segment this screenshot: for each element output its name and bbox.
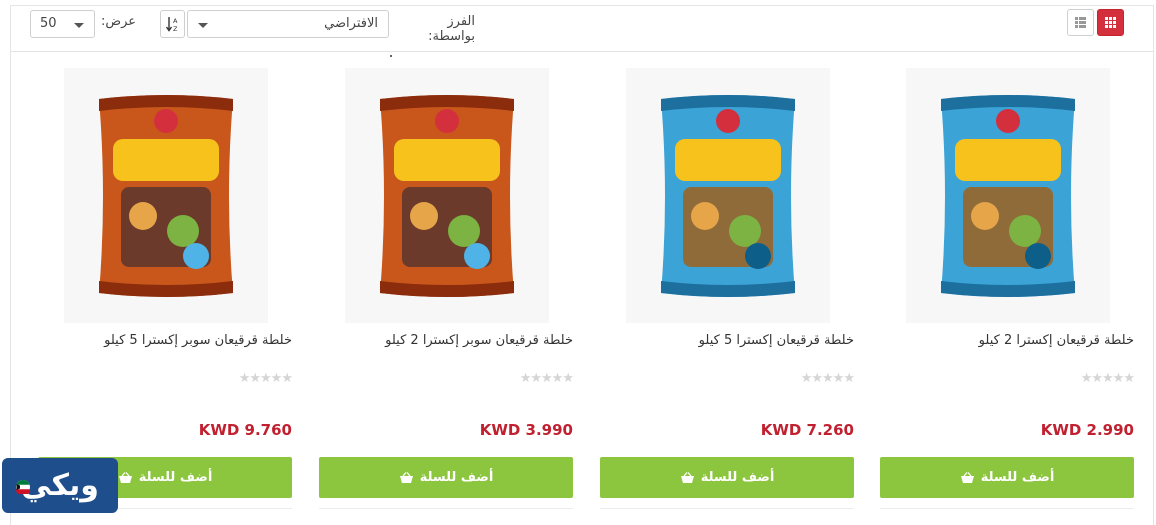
- stray-dot: [390, 55, 392, 57]
- site-logo: ويكي: [2, 458, 118, 513]
- product-card: خلطة قرقيعان إكسترا 5 كيلو ★★★★★ KWD 7.2…: [600, 68, 855, 518]
- product-image[interactable]: [626, 68, 830, 323]
- svg-text:A: A: [173, 17, 178, 25]
- add-to-cart-label: أضف للسلة: [980, 470, 1055, 485]
- product-price: KWD 3.990: [479, 421, 573, 439]
- limit-label: عرض:: [100, 14, 136, 29]
- product-price: KWD 7.260: [760, 421, 854, 439]
- product-image[interactable]: [345, 68, 549, 323]
- rating-stars: ★★★★★: [519, 371, 574, 386]
- snack-bag-icon: [661, 94, 795, 297]
- sort-select[interactable]: الافتراضي: [187, 10, 389, 38]
- rating-stars: ★★★★★: [800, 371, 855, 386]
- snack-bag-icon: [380, 94, 514, 297]
- limit-select-value: 50: [40, 16, 57, 31]
- product-price: KWD 9.760: [198, 421, 292, 439]
- list-view-button[interactable]: [1067, 9, 1094, 36]
- product-card: خلطة قرقيعان سوبر إكسترا 2 كيلو ★★★★★ KW…: [319, 68, 574, 518]
- limit-select[interactable]: 50: [30, 10, 95, 38]
- kuwait-flag-icon: [16, 480, 30, 494]
- sort-label: الفرز بواسطة:: [428, 14, 475, 44]
- snack-bag-icon: [99, 94, 233, 297]
- product-card: خلطة قرقيعان إكسترا 2 كيلو ★★★★★ KWD 2.9…: [880, 68, 1135, 518]
- sort-direction-button[interactable]: A Z: [160, 10, 185, 38]
- divider: [880, 508, 1134, 509]
- chevron-down-icon: [198, 23, 208, 28]
- basket-icon: [118, 471, 133, 484]
- add-to-cart-label: أضف للسلة: [700, 470, 775, 485]
- product-name[interactable]: خلطة قرقيعان سوبر إكسترا 5 كيلو: [38, 333, 292, 348]
- sort-alpha-icon: A Z: [165, 17, 178, 32]
- product-name[interactable]: خلطة قرقيعان إكسترا 2 كيلو: [880, 333, 1134, 348]
- list-icon: [1075, 17, 1086, 28]
- rating-stars: ★★★★★: [1080, 371, 1135, 386]
- basket-icon: [399, 471, 414, 484]
- add-to-cart-button[interactable]: أضف للسلة: [880, 457, 1134, 498]
- rating-stars: ★★★★★: [238, 371, 293, 386]
- add-to-cart-button[interactable]: أضف للسلة: [319, 457, 573, 498]
- grid-icon: [1105, 17, 1116, 28]
- product-card: خلطة قرقيعان سوبر إكسترا 5 كيلو ★★★★★ KW…: [38, 68, 293, 518]
- product-image[interactable]: [906, 68, 1110, 323]
- product-price: KWD 2.990: [1040, 421, 1134, 439]
- product-name[interactable]: خلطة قرقيعان إكسترا 5 كيلو: [600, 333, 854, 348]
- divider: [319, 508, 573, 509]
- grid-view-button[interactable]: [1097, 9, 1124, 36]
- basket-icon: [960, 471, 975, 484]
- chevron-down-icon: [74, 23, 84, 28]
- add-to-cart-label: أضف للسلة: [419, 470, 494, 485]
- sort-select-value: الافتراضي: [324, 16, 378, 31]
- site-logo-text: ويكي: [21, 468, 99, 503]
- product-image[interactable]: [64, 68, 268, 323]
- add-to-cart-label: أضف للسلة: [138, 470, 213, 485]
- basket-icon: [680, 471, 695, 484]
- divider: [600, 508, 854, 509]
- product-name[interactable]: خلطة قرقيعان سوبر إكسترا 2 كيلو: [319, 333, 573, 348]
- snack-bag-icon: [941, 94, 1075, 297]
- svg-text:Z: Z: [173, 25, 178, 32]
- add-to-cart-button[interactable]: أضف للسلة: [600, 457, 854, 498]
